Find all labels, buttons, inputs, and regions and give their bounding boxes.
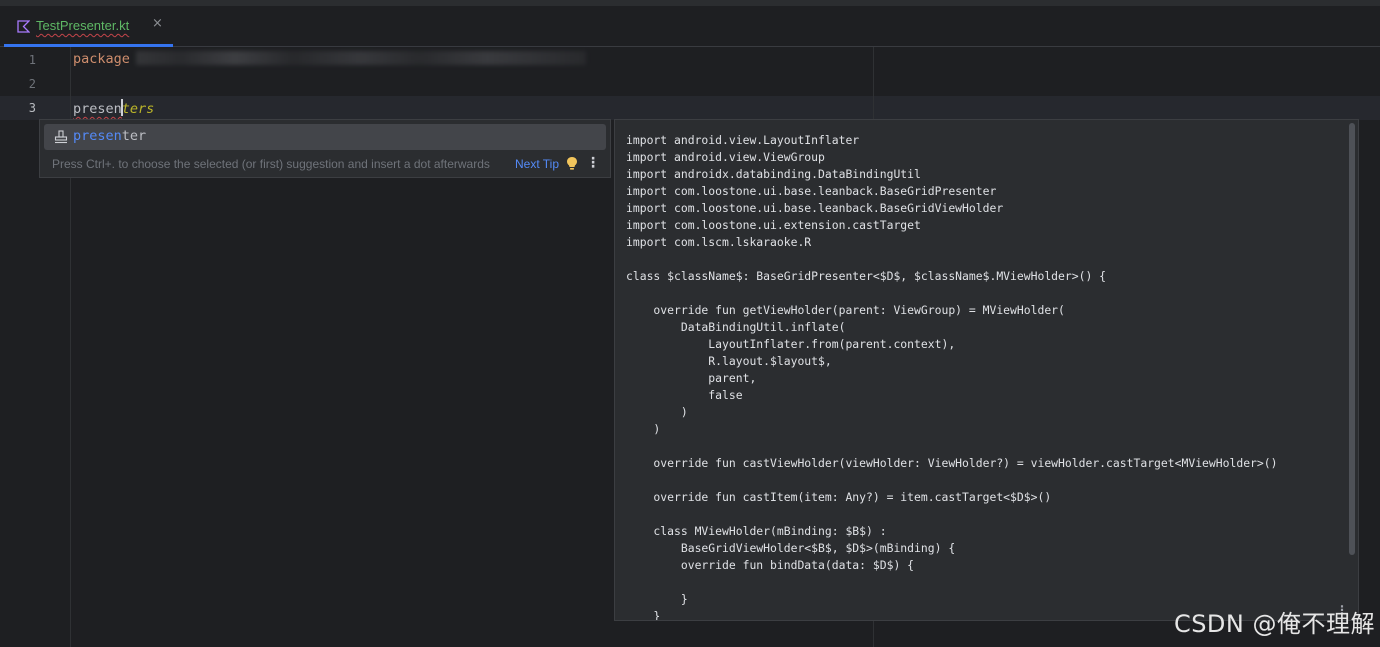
kotlin-file-icon xyxy=(17,20,30,33)
current-line-highlight xyxy=(0,96,1380,120)
completion-popup: presenter Press Ctrl+. to choose the sel… xyxy=(39,119,611,178)
more-vertical-icon[interactable]: ⋮ xyxy=(586,156,600,171)
line-number: 2 xyxy=(28,77,36,91)
template-preview-code: import android.view.LayoutInflater impor… xyxy=(626,133,1278,621)
typed-text: presen xyxy=(73,101,122,117)
line-number-active: 3 xyxy=(28,101,36,115)
close-icon[interactable]: × xyxy=(152,16,163,31)
tab-file-name: TestPresenter.kt xyxy=(36,18,130,33)
next-tip-link[interactable]: Next Tip xyxy=(515,157,559,171)
line-number: 1 xyxy=(28,53,36,67)
template-preview-popup: import android.view.LayoutInflater impor… xyxy=(614,119,1359,621)
redacted-package-name xyxy=(135,51,586,65)
inline-suggestion: ters xyxy=(121,101,155,117)
completion-hint: Press Ctrl+. to choose the selected (or … xyxy=(52,157,490,171)
preview-scrollbar[interactable] xyxy=(1349,123,1355,555)
code-line-1[interactable]: package xyxy=(73,51,586,67)
code-line-3[interactable]: presenters xyxy=(73,99,154,117)
live-template-icon xyxy=(54,130,68,144)
watermark: CSDN @俺不理解 xyxy=(1173,610,1375,638)
editor-tab-bar: TestPresenter.kt × xyxy=(0,6,1380,47)
package-keyword: package xyxy=(73,51,130,67)
tab-testpresenter-kt[interactable]: TestPresenter.kt × xyxy=(4,6,173,47)
completion-item[interactable]: presenter xyxy=(44,124,606,150)
completion-item-label: presenter xyxy=(73,128,147,144)
lightbulb-icon xyxy=(567,157,577,170)
